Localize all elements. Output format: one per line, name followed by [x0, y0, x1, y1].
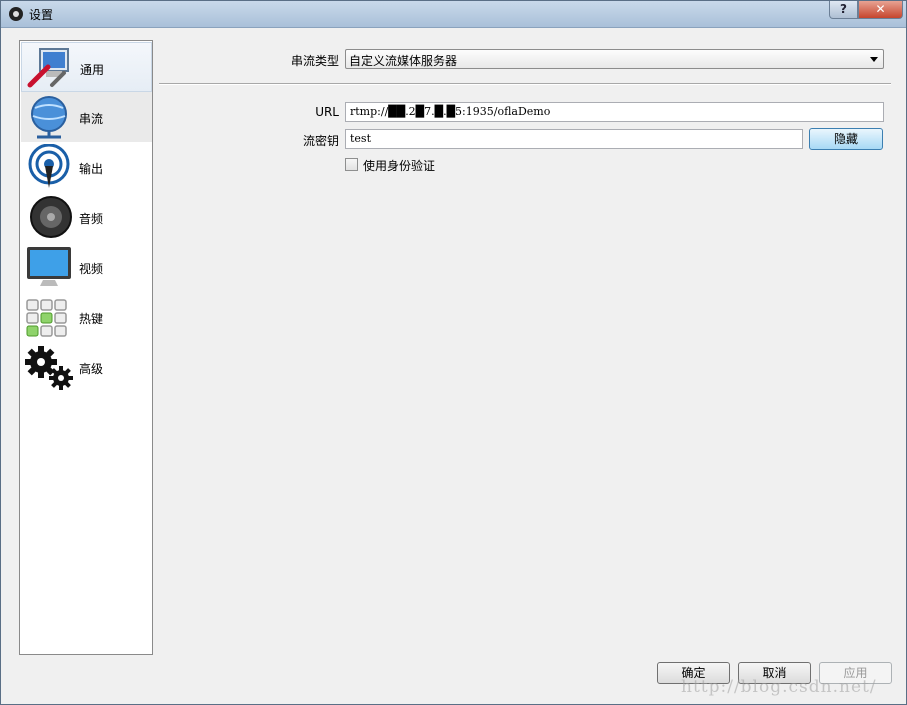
stream-key-label: 流密钥 [302, 134, 339, 148]
speaker-icon [30, 196, 72, 238]
sidebar-item-video[interactable]: 视频 [21, 242, 152, 292]
stream-type-label: 串流类型 [290, 54, 339, 68]
use-auth-label: 使用身份验证 [363, 159, 436, 173]
window-title: 设置 [29, 8, 54, 22]
sidebar-item-label: 串流 [79, 112, 104, 126]
help-button[interactable]: ? [829, 1, 858, 19]
sidebar-item-general[interactable]: 通用 [21, 42, 152, 92]
keyboard-icon [26, 299, 67, 337]
sidebar-item-advanced[interactable]: 高级 [21, 342, 152, 392]
sidebar-item-label: 通用 [80, 63, 105, 77]
settings-sidebar: 通用 串流 输出 音频 视频 热键 高级 [19, 40, 153, 655]
sidebar-item-label: 视频 [79, 262, 104, 276]
sidebar-item-audio[interactable]: 音频 [21, 192, 152, 242]
settings-window: 设置 ? ✕ 通用 串流 输出 音频 视频 热键 高级 串流类型 自定义流媒体服… [0, 0, 907, 705]
sidebar-item-label: 输出 [79, 162, 104, 176]
sidebar-item-label: 音频 [79, 212, 104, 226]
stream-key-input[interactable]: test [345, 129, 803, 149]
stream-type-value: 自定义流媒体服务器 [349, 54, 458, 68]
title-bar: 设置 ? ✕ [1, 1, 906, 28]
url-label: URL [315, 105, 339, 119]
sidebar-item-hotkeys[interactable]: 热键 [21, 292, 152, 342]
broadcast-antenna-icon [28, 144, 70, 188]
monitor-icon [27, 247, 71, 286]
general-settings-icon [27, 48, 69, 88]
section-divider [159, 83, 891, 85]
gears-icon [25, 346, 73, 390]
sidebar-item-output[interactable]: 输出 [21, 142, 152, 192]
sidebar-item-label: 高级 [79, 362, 104, 376]
hide-key-button[interactable]: 隐藏 [809, 128, 883, 150]
sidebar-item-label: 热键 [79, 312, 104, 326]
stream-type-select[interactable]: 自定义流媒体服务器 [345, 49, 884, 69]
close-button[interactable]: ✕ [858, 1, 903, 19]
globe-network-icon [31, 96, 67, 139]
use-auth-checkbox[interactable] [345, 158, 358, 171]
watermark: http://blog.csdn.net/ [681, 677, 877, 697]
app-icon [9, 7, 23, 21]
sidebar-item-stream[interactable]: 串流 [21, 92, 152, 142]
url-input[interactable]: rtmp://██.2█7.█.█5:1935/oflaDemo [345, 102, 884, 122]
chevron-down-icon [870, 57, 878, 62]
